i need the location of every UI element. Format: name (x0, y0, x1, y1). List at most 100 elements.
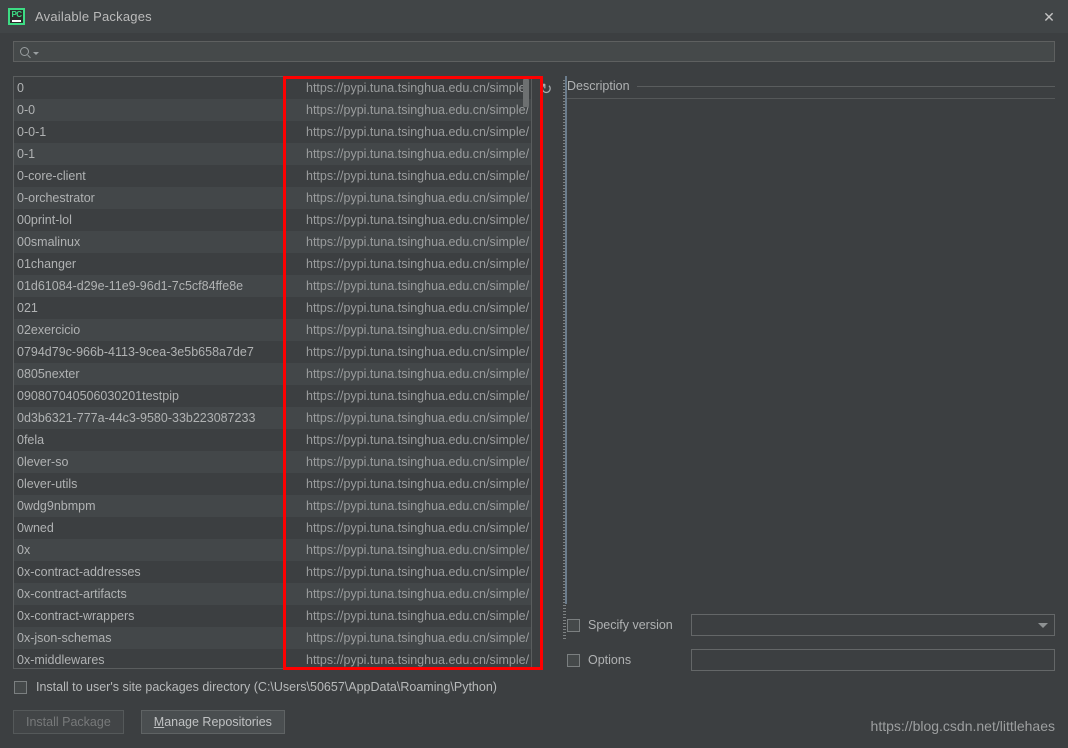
manage-repositories-mnemonic: M (153, 715, 165, 729)
package-name: 0-core-client (17, 169, 86, 183)
manage-repositories-button[interactable]: Manage Repositories (140, 710, 285, 734)
package-row[interactable]: 0794d79c-966b-4113-9cea-3e5b658a7de7 http… (14, 341, 531, 363)
search-field[interactable] (13, 41, 1055, 62)
package-name: 0 (17, 81, 24, 95)
package-repository-url: https://pypi.tuna.tsinghua.edu.cn/simple… (306, 235, 530, 249)
package-row[interactable]: 0x-contract-artifacts https://pypi.tuna.t… (14, 583, 531, 605)
package-repository-url: https://pypi.tuna.tsinghua.edu.cn/simple… (306, 191, 530, 205)
package-row[interactable]: 0lever-utils https://pypi.tuna.tsinghua.e… (14, 473, 531, 495)
package-repository-url: https://pypi.tuna.tsinghua.edu.cn/simple… (306, 521, 530, 535)
package-name: 021 (17, 301, 38, 315)
package-name: 0794d79c-966b-4113-9cea-3e5b658a7de7 (17, 345, 254, 359)
main-content: 0 https://pypi.tuna.tsinghua.edu.cn/simpl… (13, 76, 1055, 672)
package-repository-url: https://pypi.tuna.tsinghua.edu.cn/simple… (306, 103, 530, 117)
package-name: 01d61084-d29e-11e9-96d1-7c5cf84ffe8e (17, 279, 244, 293)
package-row[interactable]: 02exercicio https://pypi.tuna.tsinghua.ed… (14, 319, 531, 341)
package-name: 090807040506030201testpip (17, 389, 179, 403)
package-repository-url: https://pypi.tuna.tsinghua.edu.cn/simple… (306, 125, 530, 139)
package-row[interactable]: 0d3b6321-777a-44c3-9580-33b223087233 http… (14, 407, 531, 429)
package-row[interactable]: 01changer https://pypi.tuna.tsinghua.edu.… (14, 253, 531, 275)
package-row[interactable]: 0lever-so https://pypi.tuna.tsinghua.edu.… (14, 451, 531, 473)
package-repository-url: https://pypi.tuna.tsinghua.edu.cn/simple… (306, 345, 530, 359)
package-repository-url: https://pypi.tuna.tsinghua.edu.cn/simple… (306, 279, 530, 293)
refresh-icon[interactable]: ↻ (537, 81, 555, 99)
available-packages-dialog: PC Available Packages ✕ 0 https://pypi.tu… (0, 0, 1068, 748)
specify-version-checkbox[interactable] (567, 618, 580, 632)
package-repository-url: https://pypi.tuna.tsinghua.edu.cn/simple… (306, 587, 530, 601)
pycharm-icon: PC (8, 8, 25, 25)
package-row[interactable]: 0-1 https://pypi.tuna.tsinghua.edu.cn/sim… (14, 143, 531, 165)
package-name: 00print-lol (17, 213, 72, 227)
package-row[interactable]: 00print-lol https://pypi.tuna.tsinghua.ed… (14, 209, 531, 231)
package-repository-url: https://pypi.tuna.tsinghua.edu.cn/simple… (306, 433, 530, 447)
package-name: 0wned (17, 521, 54, 535)
package-repository-url: https://pypi.tuna.tsinghua.edu.cn/simple… (306, 631, 530, 645)
package-repository-url: https://pypi.tuna.tsinghua.edu.cn/simple… (306, 543, 530, 557)
package-repository-url: https://pypi.tuna.tsinghua.edu.cn/simple… (306, 455, 530, 469)
package-repository-url: https://pypi.tuna.tsinghua.edu.cn/simple… (306, 411, 530, 425)
scrollbar-thumb[interactable] (523, 79, 529, 107)
title-bar: PC Available Packages ✕ (0, 0, 1068, 33)
search-icon (20, 47, 39, 56)
package-row[interactable]: 0wned https://pypi.tuna.tsinghua.edu.cn/s… (14, 517, 531, 539)
package-row[interactable]: 0-core-client https://pypi.tuna.tsinghua.… (14, 165, 531, 187)
package-repository-url: https://pypi.tuna.tsinghua.edu.cn/simple… (306, 213, 530, 227)
specify-version-label: Specify version (588, 618, 673, 632)
package-row[interactable]: 021 https://pypi.tuna.tsinghua.edu.cn/sim… (14, 297, 531, 319)
package-row[interactable]: 090807040506030201testpip https://pypi.tu… (14, 385, 531, 407)
options-checkbox[interactable] (567, 653, 580, 667)
chevron-down-icon (33, 52, 39, 55)
package-repository-url: https://pypi.tuna.tsinghua.edu.cn/simple… (306, 147, 530, 161)
description-header: Description (567, 78, 1055, 94)
package-row[interactable]: 0x-json-schemas https://pypi.tuna.tsinghu… (14, 627, 531, 649)
package-name: 0x-middlewares (17, 653, 105, 667)
options-label: Options (588, 653, 632, 667)
chevron-down-icon (1038, 622, 1048, 628)
package-row[interactable]: 0fela https://pypi.tuna.tsinghua.edu.cn/s… (14, 429, 531, 451)
package-repository-url: https://pypi.tuna.tsinghua.edu.cn/simple… (306, 565, 530, 579)
package-row[interactable]: 0x-contract-addresses https://pypi.tuna.t… (14, 561, 531, 583)
package-name: 0x-contract-wrappers (17, 609, 135, 623)
package-repository-url: https://pypi.tuna.tsinghua.edu.cn/simple… (306, 301, 530, 315)
package-name: 0x (17, 543, 31, 557)
package-row[interactable]: 0805nexter https://pypi.tuna.tsinghua.edu… (14, 363, 531, 385)
package-list-scrollbar[interactable] (522, 78, 530, 668)
install-package-button[interactable]: Install Package (13, 710, 124, 734)
package-repository-url: https://pypi.tuna.tsinghua.edu.cn/simple… (306, 477, 530, 491)
dialog-title: Available Packages (35, 9, 152, 24)
package-repository-url: https://pypi.tuna.tsinghua.edu.cn/simple… (306, 653, 530, 667)
package-name: 0x-json-schemas (17, 631, 112, 645)
package-name: 0wdg9nbmpm (17, 499, 96, 513)
package-row[interactable]: 0x-middlewares https://pypi.tuna.tsinghua… (14, 649, 531, 668)
search-input[interactable] (43, 44, 1054, 59)
watermark: https://blog.csdn.net/littlehaes (870, 718, 1055, 734)
package-row[interactable]: 0x-contract-wrappers https://pypi.tuna.ts… (14, 605, 531, 627)
package-row[interactable]: 0 https://pypi.tuna.tsinghua.edu.cn/simpl… (14, 77, 531, 99)
package-row[interactable]: 0x https://pypi.tuna.tsinghua.edu.cn/simp… (14, 539, 531, 561)
package-row[interactable]: 00smalinux https://pypi.tuna.tsinghua.edu… (14, 231, 531, 253)
package-row[interactable]: 0-orchestrator https://pypi.tuna.tsinghua… (14, 187, 531, 209)
install-to-user-site-row[interactable]: Install to user's site packages director… (14, 680, 497, 694)
package-name: 00smalinux (17, 235, 81, 249)
package-name: 0lever-so (17, 455, 69, 469)
package-name: 0805nexter (17, 367, 80, 381)
options-row: Options (567, 648, 1055, 672)
package-list[interactable]: 0 https://pypi.tuna.tsinghua.edu.cn/simpl… (14, 77, 531, 668)
pycharm-icon-underline (12, 20, 21, 22)
package-name: 01changer (17, 257, 77, 271)
options-input[interactable] (691, 649, 1055, 671)
package-row[interactable]: 0-0-1 https://pypi.tuna.tsinghua.edu.cn/s… (14, 121, 531, 143)
package-repository-url: https://pypi.tuna.tsinghua.edu.cn/simple… (306, 367, 530, 381)
package-name: 0x-contract-addresses (17, 565, 141, 579)
package-repository-url: https://pypi.tuna.tsinghua.edu.cn/simple… (306, 323, 530, 337)
install-to-user-site-checkbox[interactable] (14, 680, 27, 694)
package-row[interactable]: 0-0 https://pypi.tuna.tsinghua.edu.cn/sim… (14, 99, 531, 121)
package-repository-url: https://pypi.tuna.tsinghua.edu.cn/simple… (306, 609, 530, 623)
package-repository-url: https://pypi.tuna.tsinghua.edu.cn/simple… (306, 81, 530, 95)
description-body (567, 98, 1055, 604)
description-header-rule (636, 85, 1055, 87)
version-dropdown[interactable] (691, 614, 1055, 636)
close-icon[interactable]: ✕ (1038, 6, 1060, 28)
package-row[interactable]: 0wdg9nbmpm https://pypi.tuna.tsinghua.edu… (14, 495, 531, 517)
package-row[interactable]: 01d61084-d29e-11e9-96d1-7c5cf84ffe8e http… (14, 275, 531, 297)
